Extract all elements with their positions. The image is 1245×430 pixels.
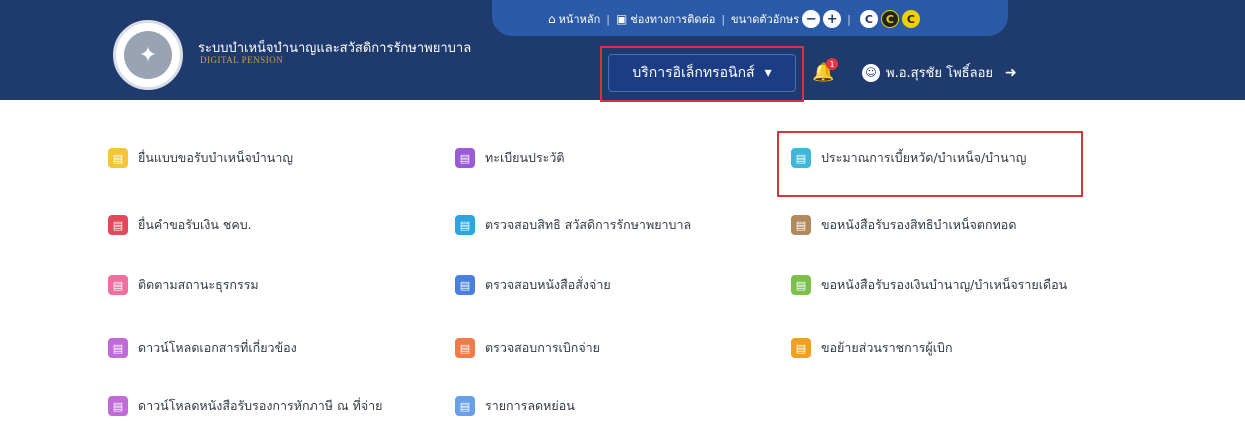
home-icon: ⌂: [548, 12, 556, 26]
notification-badge: 1: [826, 58, 838, 70]
contact-link[interactable]: ช่องทางการติดต่อ: [630, 10, 715, 28]
money-request-icon: ▤: [108, 215, 128, 235]
tracking-icon: ▤: [108, 275, 128, 295]
user-icon: ☺: [862, 63, 880, 82]
menu-item-label: ขอหนังสือรับรองสิทธิบำเหน็จตกทอด: [821, 217, 1017, 232]
contact-icon: ▣: [615, 12, 628, 26]
logout-icon[interactable]: ➜: [1005, 65, 1017, 81]
menu-item[interactable]: ▤ ขอหนังสือรับรองสิทธิบำเหน็จตกทอด: [791, 215, 1016, 235]
menu-item-label: ยื่นคำขอรับเงิน ชคบ.: [138, 217, 252, 232]
menu-item-label: ทะเบียนประวัติ: [485, 150, 565, 165]
menu-item-label: ตรวจสอบสิทธิ สวัสดิการรักษาพยาบาล: [485, 217, 692, 232]
menu-item[interactable]: ▤ ยื่นแบบขอรับบำเหน็จบำนาญ: [108, 148, 293, 168]
menu-item[interactable]: ▤ ดาวน์โหลดหนังสือรับรองการหักภาษี ณ ที่จ…: [108, 396, 383, 416]
caret-down-icon: ▾: [764, 65, 772, 81]
pension-cert-icon: ▤: [791, 275, 811, 295]
font-increase-button[interactable]: +: [823, 10, 842, 28]
nav-separator: |: [847, 12, 851, 26]
menu-item-label: ขอย้ายส่วนราชการผู้เบิก: [821, 340, 953, 355]
inheritance-cert-icon: ▤: [791, 215, 811, 235]
nav-separator: |: [721, 12, 726, 26]
service-dropdown[interactable]: บริการอิเล็กทรอนิกส์ ▾: [608, 54, 796, 92]
deduction-icon: ▤: [455, 396, 475, 416]
system-subtitle: DIGITAL PENSION: [200, 55, 284, 65]
menu-item[interactable]: ▤ ประมาณการเบี้ยหวัด/บำเหน็จ/บำนาญ: [791, 148, 1026, 168]
contrast-yellow-button[interactable]: C: [880, 10, 899, 28]
service-dropdown-label: บริการอิเล็กทรอนิกส์: [632, 65, 755, 81]
menu-item-label: ดาวน์โหลดเอกสารที่เกี่ยวข้อง: [138, 340, 297, 355]
disbursement-icon: ▤: [455, 338, 475, 358]
top-nav: ⌂ หน้าหลัก | ▣ ช่องทางการติดต่อ | ขนาดตั…: [548, 8, 920, 30]
agency-logo[interactable]: ✦: [113, 20, 183, 90]
menu-item-label: ตรวจสอบการเบิกจ่าย: [485, 340, 600, 355]
menu-item[interactable]: ▤ ตรวจสอบสิทธิ สวัสดิการรักษาพยาบาล: [455, 215, 691, 235]
menu-item-label: ขอหนังสือรับรองเงินบำนาญ/บำเหน็จรายเดือน: [821, 277, 1068, 292]
contrast-dark-button[interactable]: C: [901, 10, 920, 28]
menu-item-label: ตรวจสอบหนังสือสั่งจ่าย: [485, 277, 611, 292]
menu-item[interactable]: ▤ ทะเบียนประวัติ: [455, 148, 565, 168]
menu-item-label: ดาวน์โหลดหนังสือรับรองการหักภาษี ณ ที่จ่…: [138, 398, 383, 413]
menu-item[interactable]: ▤ ติดตามสถานะธุรกรรม: [108, 275, 259, 295]
nav-separator: |: [606, 12, 610, 26]
user-menu[interactable]: ☺ พ.อ.สุรชัย โพธิ์ลอย ➜: [862, 62, 1017, 83]
menu-item-label: รายการลดหย่อน: [485, 398, 575, 413]
estimate-icon: ▤: [791, 148, 811, 168]
menu-item[interactable]: ▤ ยื่นคำขอรับเงิน ชคบ.: [108, 215, 252, 235]
payment-order-icon: ▤: [455, 275, 475, 295]
menu-item-label: ติดตามสถานะธุรกรรม: [138, 277, 259, 292]
font-size-label: ขนาดตัวอักษร: [731, 13, 800, 26]
menu-item[interactable]: ▤ ดาวน์โหลดเอกสารที่เกี่ยวข้อง: [108, 338, 297, 358]
garuda-emblem-icon: ✦: [124, 31, 172, 79]
menu-item-label: ประมาณการเบี้ยหวัด/บำเหน็จ/บำนาญ: [821, 150, 1027, 165]
menu-item[interactable]: ▤ ตรวจสอบหนังสือสั่งจ่าย: [455, 275, 611, 295]
contrast-normal-button[interactable]: C: [859, 10, 878, 28]
download-icon: ▤: [108, 338, 128, 358]
profile-icon: ▤: [455, 148, 475, 168]
home-link[interactable]: หน้าหลัก: [559, 10, 601, 28]
transfer-agency-icon: ▤: [791, 338, 811, 358]
font-decrease-button[interactable]: −: [802, 10, 821, 28]
menu-item[interactable]: ▤ รายการลดหย่อน: [455, 396, 575, 416]
medical-rights-icon: ▤: [455, 215, 475, 235]
menu-item[interactable]: ▤ ขอย้ายส่วนราชการผู้เบิก: [791, 338, 953, 358]
form-icon: ▤: [108, 148, 128, 168]
menu-item[interactable]: ▤ ขอหนังสือรับรองเงินบำนาญ/บำเหน็จรายเดือ…: [791, 275, 1067, 295]
user-name: พ.อ.สุรชัย โพธิ์ลอย: [886, 66, 994, 81]
menu-item[interactable]: ▤ ตรวจสอบการเบิกจ่าย: [455, 338, 600, 358]
menu-item-label: ยื่นแบบขอรับบำเหน็จบำนาญ: [138, 150, 293, 165]
download-tax-icon: ▤: [108, 396, 128, 416]
